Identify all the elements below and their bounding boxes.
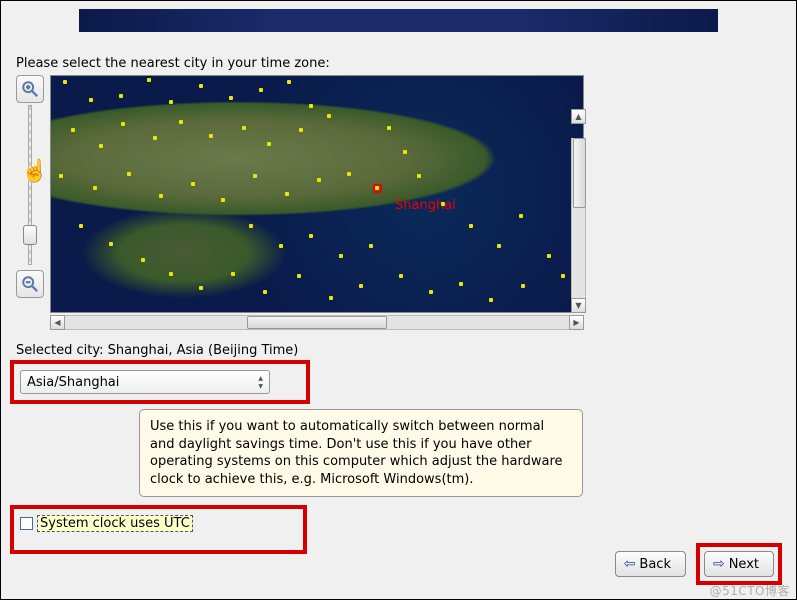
- city-dot[interactable]: [329, 296, 333, 300]
- world-map[interactable]: Shanghai: [51, 76, 583, 312]
- hscroll-track[interactable]: [65, 315, 569, 330]
- utc-checkbox-label[interactable]: System clock uses UTC: [37, 515, 193, 532]
- city-dot[interactable]: [229, 96, 233, 100]
- city-dot[interactable]: [89, 98, 93, 102]
- city-dot[interactable]: [209, 134, 213, 138]
- city-dot[interactable]: [141, 258, 145, 262]
- city-dot[interactable]: [317, 178, 321, 182]
- cursor-pointer-icon: ☝️: [21, 159, 48, 184]
- timezone-combobox[interactable]: Asia/Shanghai ▲▼: [20, 370, 270, 394]
- city-dot[interactable]: [519, 214, 523, 218]
- city-dot[interactable]: [199, 84, 203, 88]
- back-button[interactable]: ⇦ Back: [615, 551, 686, 577]
- zoom-out-button[interactable]: [16, 270, 44, 298]
- city-dot[interactable]: [459, 282, 463, 286]
- scroll-right-button[interactable]: ▶: [569, 315, 584, 330]
- city-dot[interactable]: [259, 88, 263, 92]
- city-dot[interactable]: [521, 284, 525, 288]
- city-dot[interactable]: [221, 198, 225, 202]
- city-dot[interactable]: [327, 114, 331, 118]
- city-dot[interactable]: [191, 182, 195, 186]
- combobox-spinner-icon: ▲▼: [258, 375, 263, 390]
- scroll-left-button[interactable]: ◀: [50, 315, 65, 330]
- timezone-highlight-box: Asia/Shanghai ▲▼: [10, 360, 310, 404]
- zoom-slider-handle[interactable]: [23, 225, 37, 245]
- selected-city-text: Selected city: Shanghai, Asia (Beijing T…: [16, 343, 796, 358]
- city-dot[interactable]: [309, 104, 313, 108]
- scroll-up-button[interactable]: ▲: [571, 109, 586, 124]
- city-dot[interactable]: [119, 94, 123, 98]
- city-dot[interactable]: [299, 128, 303, 132]
- city-dot[interactable]: [121, 122, 125, 126]
- city-dot[interactable]: [399, 274, 403, 278]
- city-dot[interactable]: [127, 172, 131, 176]
- arrow-left-icon: ⇦: [624, 556, 636, 572]
- city-dot[interactable]: [547, 254, 551, 258]
- header-banner: [79, 9, 718, 32]
- arrow-right-icon: ⇨: [713, 556, 725, 572]
- city-dot[interactable]: [429, 290, 433, 294]
- city-dot[interactable]: [79, 224, 83, 228]
- city-dot[interactable]: [249, 224, 253, 228]
- city-dot[interactable]: [99, 144, 103, 148]
- scroll-down-button[interactable]: ▼: [571, 298, 586, 313]
- timezone-value: Asia/Shanghai: [27, 375, 119, 390]
- next-highlight-box: ⇨ Next: [696, 543, 782, 585]
- zoom-out-icon: [21, 275, 39, 293]
- city-dot[interactable]: [169, 272, 173, 276]
- city-dot[interactable]: [285, 192, 289, 196]
- city-dot[interactable]: [287, 80, 291, 84]
- city-dot[interactable]: [263, 290, 267, 294]
- city-dot[interactable]: [179, 120, 183, 124]
- city-dot[interactable]: [169, 100, 173, 104]
- back-button-label: Back: [639, 557, 671, 572]
- city-dot[interactable]: [147, 78, 151, 82]
- city-dot[interactable]: [309, 234, 313, 238]
- city-dot[interactable]: [417, 174, 421, 178]
- city-dot[interactable]: [199, 286, 203, 290]
- city-dot[interactable]: [497, 244, 501, 248]
- city-dot[interactable]: [369, 244, 373, 248]
- city-dot[interactable]: [63, 80, 67, 84]
- navigation-buttons: ⇦ Back ⇨ Next: [615, 543, 782, 585]
- city-dot[interactable]: [267, 142, 271, 146]
- vscroll-thumb[interactable]: [573, 138, 586, 208]
- city-dot[interactable]: [109, 242, 113, 246]
- city-dot[interactable]: [403, 150, 407, 154]
- city-dot[interactable]: [93, 186, 97, 190]
- city-dot[interactable]: [489, 298, 493, 302]
- city-dot[interactable]: [297, 274, 301, 278]
- city-dot[interactable]: [561, 274, 565, 278]
- city-dot[interactable]: [71, 128, 75, 132]
- map-horizontal-scrollbar[interactable]: ◀ ▶: [50, 315, 584, 330]
- city-dot[interactable]: [279, 244, 283, 248]
- city-dot[interactable]: [231, 272, 235, 276]
- city-dot[interactable]: [441, 202, 445, 206]
- utc-checkbox[interactable]: [20, 517, 33, 530]
- utc-highlight-box: System clock uses UTC: [10, 505, 307, 554]
- city-dot[interactable]: [347, 172, 351, 176]
- next-button-label: Next: [729, 557, 759, 572]
- city-dot[interactable]: [469, 224, 473, 228]
- prompt-text: Please select the nearest city in your t…: [16, 56, 796, 71]
- next-button[interactable]: ⇨ Next: [704, 551, 774, 577]
- city-dot[interactable]: [375, 186, 379, 190]
- zoom-in-button[interactable]: [16, 75, 44, 103]
- city-dot[interactable]: [153, 136, 157, 140]
- selected-city-label: Shanghai: [395, 198, 456, 213]
- city-dot[interactable]: [359, 284, 363, 288]
- city-dot[interactable]: [242, 126, 246, 130]
- utc-tooltip: Use this if you want to automatically sw…: [139, 409, 583, 497]
- city-dot[interactable]: [59, 174, 63, 178]
- map-vertical-scrollbar[interactable]: ▲ ▼: [571, 109, 586, 299]
- city-dot[interactable]: [339, 254, 343, 258]
- city-dot[interactable]: [159, 194, 163, 198]
- vscroll-track[interactable]: [571, 138, 586, 298]
- map-viewport[interactable]: Shanghai: [50, 75, 584, 313]
- city-dot[interactable]: [253, 174, 257, 178]
- city-dot[interactable]: [387, 126, 391, 130]
- map-widget: Shanghai ▲ ▼ ◀ ▶ ☝️: [16, 75, 586, 333]
- zoom-in-icon: [21, 80, 39, 98]
- hscroll-thumb[interactable]: [247, 316, 387, 329]
